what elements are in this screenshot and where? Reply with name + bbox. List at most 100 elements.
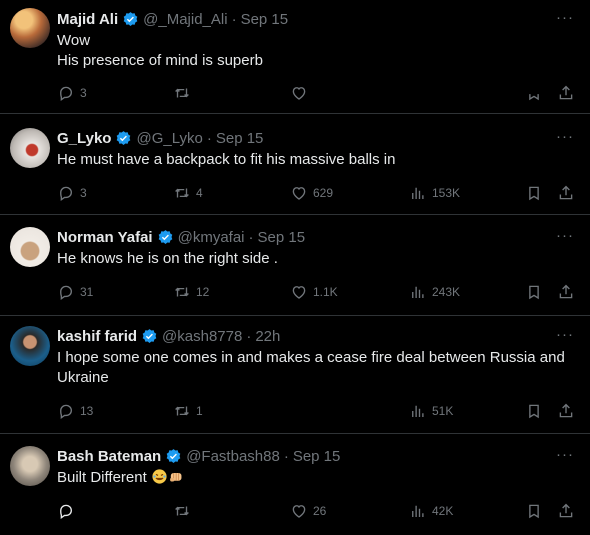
author-name[interactable]: Majid Ali — [57, 11, 118, 28]
retweet-icon — [175, 188, 189, 198]
tweet-text-line: Wow — [57, 32, 91, 49]
bookmark-icon — [529, 504, 539, 519]
avatar[interactable] — [10, 227, 50, 267]
reply-button[interactable]: 13 — [57, 401, 93, 421]
timestamp[interactable]: Sep 15 — [293, 448, 341, 465]
like-button[interactable] — [290, 83, 308, 103]
reply-icon — [60, 86, 73, 101]
retweet-count: 4 — [196, 186, 203, 200]
retweet-button[interactable] — [173, 501, 191, 521]
retweet-button[interactable]: 4 — [173, 183, 203, 203]
avatar[interactable] — [10, 326, 50, 366]
share-button[interactable] — [557, 183, 575, 203]
tweet[interactable]: Majid Ali @_Majid_Ali · Sep 15 ··· Wow H… — [0, 0, 590, 114]
bookmark-icon — [529, 404, 539, 419]
bookmark-icon — [529, 285, 539, 300]
more-options-icon[interactable]: ··· — [556, 227, 574, 244]
like-button[interactable]: 26 — [290, 501, 326, 521]
views-button[interactable]: 243K — [409, 282, 460, 302]
tweet-text: Wow His presence of mind is superb — [57, 31, 576, 71]
more-options-icon[interactable]: ··· — [556, 446, 574, 463]
bookmark-button[interactable] — [525, 401, 543, 421]
tweet-text-line: He knows he is on the right side . — [57, 250, 278, 267]
author-name[interactable]: Norman Yafai — [57, 229, 153, 246]
reply-button[interactable] — [57, 501, 75, 521]
more-options-icon[interactable]: ··· — [556, 326, 574, 343]
views-button[interactable]: 153K — [409, 183, 460, 203]
author-handle[interactable]: @_Majid_Ali — [143, 11, 227, 28]
timestamp[interactable]: Sep 15 — [241, 11, 289, 28]
retweet-icon — [175, 88, 189, 98]
share-icon — [559, 403, 573, 418]
tweet[interactable]: kashif farid @kash8778 · 22h ··· I hope … — [0, 316, 590, 434]
tweet-header: Majid Ali @_Majid_Ali · Sep 15 — [57, 9, 570, 29]
fist-emoji-icon — [170, 472, 182, 482]
retweet-button[interactable] — [173, 83, 191, 103]
reply-count: 3 — [80, 86, 87, 100]
verified-badge-icon — [123, 11, 138, 26]
tweet[interactable]: Bash Bateman @Fastbash88 · Sep 15 ··· Bu… — [0, 434, 590, 535]
like-icon — [292, 286, 306, 299]
retweet-button[interactable]: 12 — [173, 282, 209, 302]
tweet-text-line: Ukraine — [57, 369, 109, 386]
avatar[interactable] — [10, 128, 50, 168]
reply-icon — [60, 186, 73, 201]
bookmark-icon — [529, 94, 539, 101]
share-button[interactable] — [557, 401, 575, 421]
more-options-icon[interactable]: ··· — [556, 128, 574, 145]
reply-count: 13 — [80, 404, 94, 418]
author-name[interactable]: kashif farid — [57, 328, 137, 345]
bookmark-button[interactable] — [525, 282, 543, 302]
separator: · — [246, 327, 252, 345]
verified-badge-icon — [142, 328, 157, 343]
tweet-header: kashif farid @kash8778 · 22h — [57, 326, 570, 346]
reply-count: 31 — [80, 285, 94, 299]
author-name[interactable]: G_Lyko — [57, 130, 111, 147]
share-button[interactable] — [557, 282, 575, 302]
author-handle[interactable]: @G_Lyko — [136, 130, 202, 147]
views-icon — [412, 286, 424, 298]
bookmark-button[interactable] — [525, 501, 543, 521]
author-name[interactable]: Bash Bateman — [57, 448, 161, 465]
bookmark-icon — [529, 186, 539, 201]
bookmark-button[interactable] — [525, 183, 543, 203]
retweet-icon — [175, 406, 189, 416]
verified-badge-icon — [166, 448, 181, 463]
tweet-text-line: Built Different — [57, 469, 147, 486]
reply-button[interactable]: 3 — [57, 183, 87, 203]
timestamp[interactable]: Sep 15 — [216, 130, 264, 147]
reply-button[interactable]: 31 — [57, 282, 93, 302]
author-handle[interactable]: @Fastbash88 — [186, 448, 280, 465]
tweet[interactable]: Norman Yafai @kmyafai · Sep 15 ··· He kn… — [0, 215, 590, 316]
tweet-text-line: I hope some one comes in and makes a cea… — [57, 349, 565, 366]
timestamp[interactable]: Sep 15 — [258, 229, 306, 246]
more-options-icon[interactable]: ··· — [556, 9, 574, 26]
tweet[interactable]: G_Lyko @G_Lyko · Sep 15 ··· He must have… — [0, 114, 590, 215]
timestamp[interactable]: 22h — [255, 328, 280, 345]
author-handle[interactable]: @kash8778 — [162, 328, 242, 345]
like-button[interactable]: 1.1K — [290, 282, 338, 302]
share-button[interactable] — [557, 501, 575, 521]
author-handle[interactable]: @kmyafai — [178, 229, 245, 246]
avatar[interactable] — [10, 446, 50, 486]
view-count: 243K — [432, 285, 461, 299]
view-count: 153K — [432, 186, 461, 200]
share-icon — [559, 185, 573, 200]
bookmark-button[interactable] — [525, 83, 543, 103]
reply-button[interactable]: 3 — [57, 83, 87, 103]
avatar[interactable] — [10, 8, 50, 48]
retweet-icon — [175, 287, 189, 297]
views-button[interactable]: 42K — [409, 501, 453, 521]
retweet-count: 12 — [196, 285, 210, 299]
share-button[interactable] — [557, 83, 575, 103]
retweet-button[interactable]: 1 — [173, 401, 203, 421]
tweet-text-line: He must have a backpack to fit his massi… — [57, 151, 396, 168]
verified-badge-icon — [117, 130, 131, 145]
share-icon — [559, 503, 573, 518]
separator: · — [206, 129, 212, 147]
reply-icon — [60, 285, 73, 300]
views-button[interactable]: 51K — [409, 401, 453, 421]
separator: · — [283, 447, 289, 465]
like-button[interactable]: 629 — [290, 183, 333, 203]
views-icon — [412, 187, 424, 199]
